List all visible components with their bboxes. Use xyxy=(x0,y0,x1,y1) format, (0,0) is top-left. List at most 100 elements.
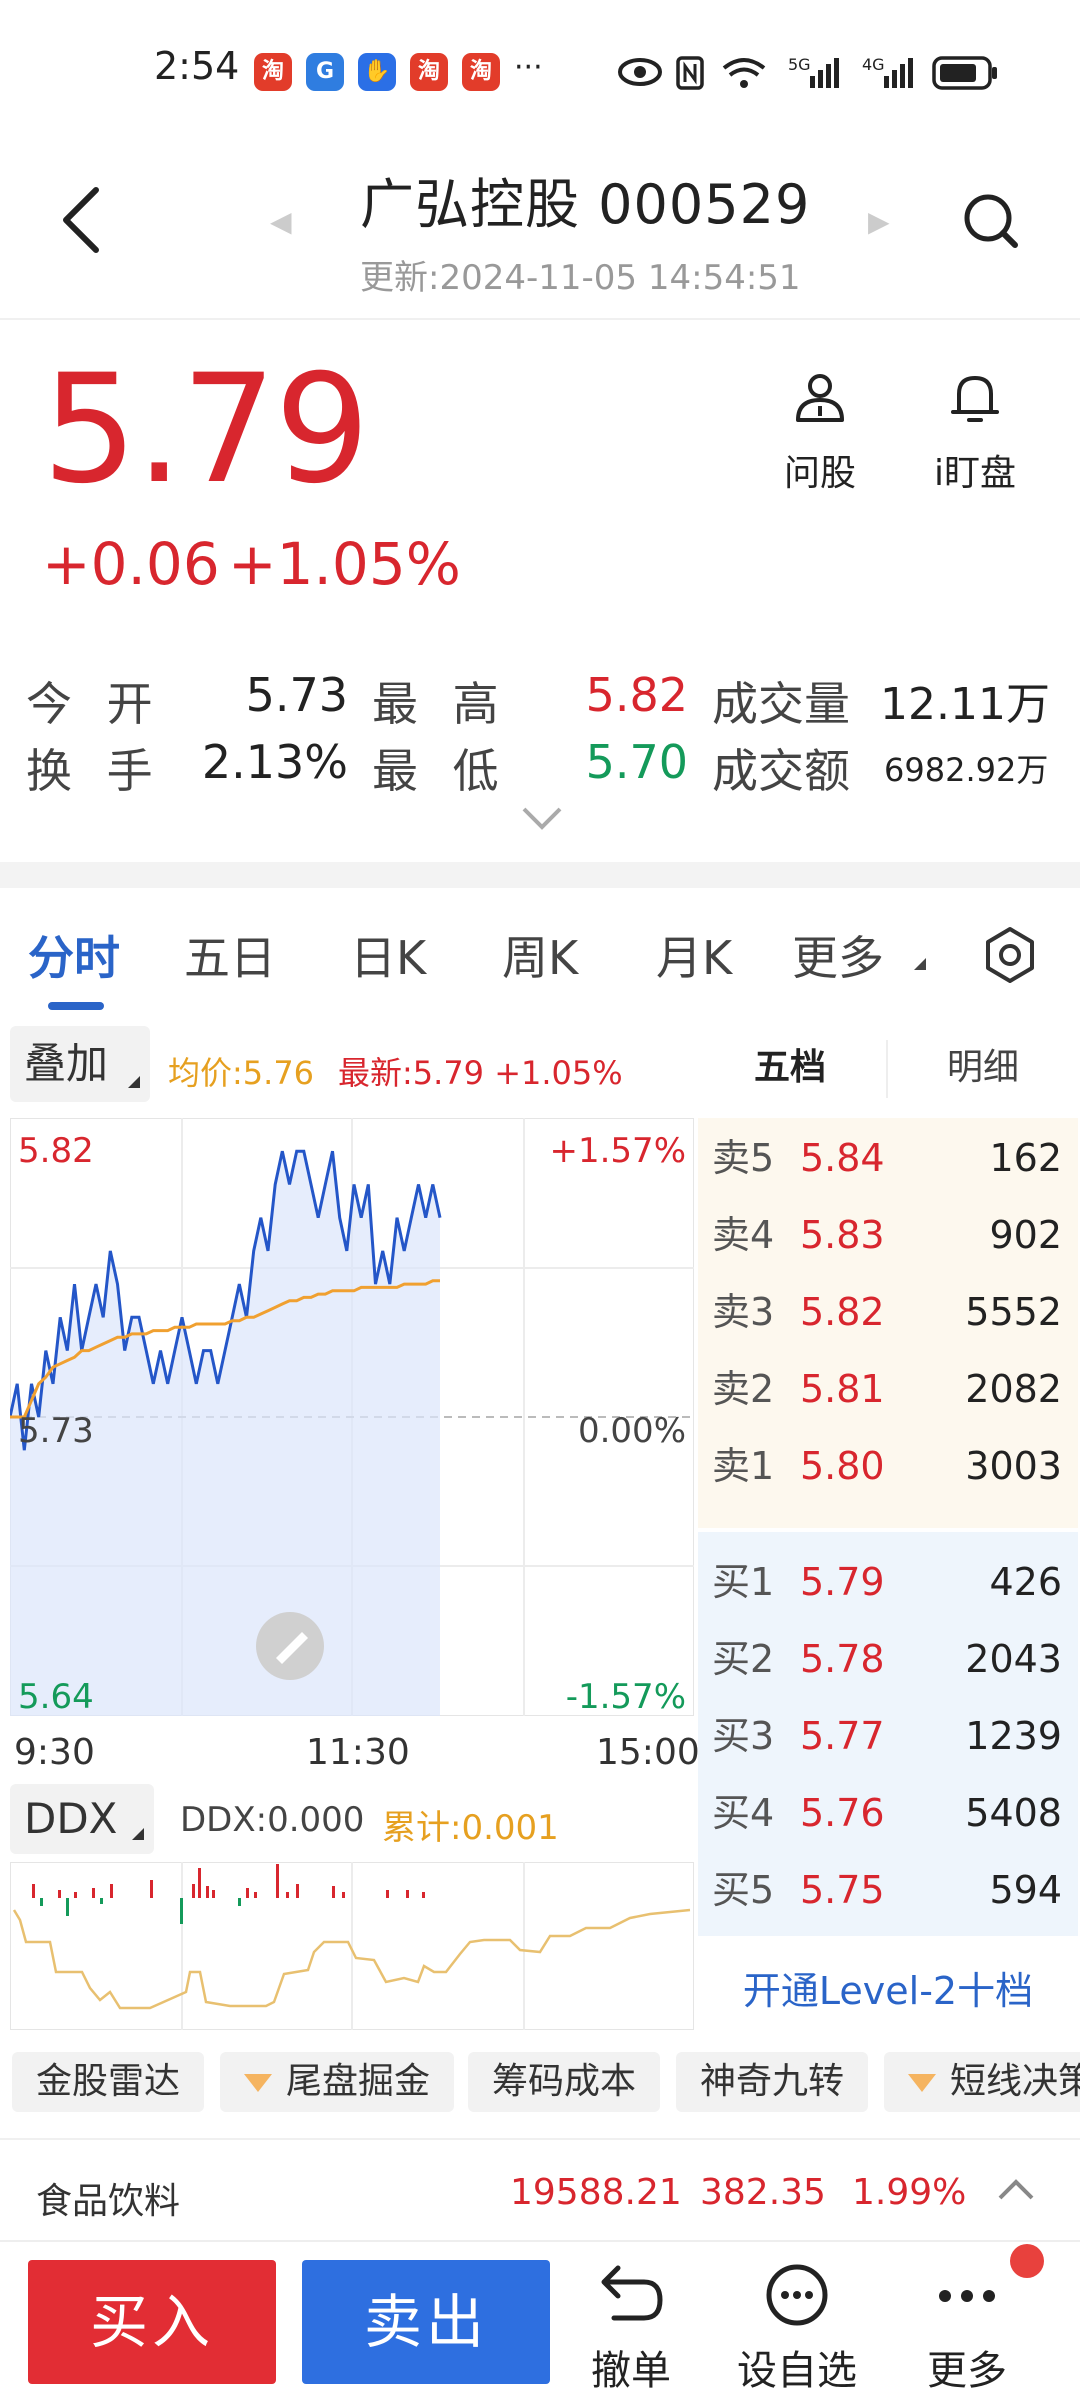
low-value: 5.70 xyxy=(585,735,688,789)
tab-trade-details[interactable]: 明细 xyxy=(888,1030,1078,1106)
ask-stock-button[interactable]: 问股 xyxy=(770,370,870,496)
ddx-cumulative: 累计:0.001 xyxy=(382,1808,559,1848)
wifi-icon xyxy=(722,58,766,88)
search-icon[interactable] xyxy=(962,192,1020,250)
ddx-bar xyxy=(238,1898,241,1906)
prev-stock-arrow[interactable]: ◀ xyxy=(270,205,292,238)
volume-label: 成交量 xyxy=(712,677,850,731)
buy-volume: 594 xyxy=(989,1868,1062,1912)
sell-row[interactable]: 卖1 5.80 3003 xyxy=(698,1428,1078,1504)
y-axis-high: 5.82 xyxy=(18,1131,94,1171)
buy-row[interactable]: 买3 5.77 1239 xyxy=(698,1698,1078,1774)
sell-row[interactable]: 卖4 5.83 902 xyxy=(698,1197,1078,1273)
ddx-value: DDX:0.000 xyxy=(180,1800,365,1840)
section-separator xyxy=(0,862,1080,888)
intraday-chart[interactable]: 5.82 5.73 5.64 +1.57% 0.00% -1.57% xyxy=(10,1118,694,1716)
sell-row[interactable]: 卖2 5.81 2082 xyxy=(698,1351,1078,1427)
battery-icon xyxy=(932,56,997,90)
buy-button[interactable]: 买入 xyxy=(28,2260,276,2384)
more-button[interactable]: 更多 xyxy=(892,2262,1042,2396)
idingpan-button[interactable]: i盯盘 xyxy=(920,370,1030,496)
turnover-label: 换 手 xyxy=(26,744,163,798)
chip-closing-mining[interactable]: 尾盘掘金 xyxy=(220,2052,455,2112)
hand-app-icon: ✋ xyxy=(358,53,396,91)
high-value: 5.82 xyxy=(585,668,688,722)
low-label: 最 低 xyxy=(372,744,509,798)
sell-row[interactable]: 卖3 5.82 5552 xyxy=(698,1274,1078,1350)
ask-stock-label: 问股 xyxy=(783,453,856,494)
buy-price: 5.75 xyxy=(800,1868,885,1912)
ddx-dropdown[interactable]: DDX xyxy=(10,1784,154,1854)
status-icons: 5G 4G xyxy=(618,55,997,90)
cancel-order-button[interactable]: 撤单 xyxy=(556,2262,706,2396)
tab-five-day[interactable]: 五日 xyxy=(184,922,276,988)
tab-more[interactable]: 更多 xyxy=(792,922,884,988)
ddx-bar xyxy=(296,1884,299,1898)
sector-divider xyxy=(0,2138,1080,2140)
chevron-up-icon[interactable] xyxy=(996,2170,1036,2210)
buy-price: 5.78 xyxy=(800,1637,885,1681)
level2-upgrade-link[interactable]: 开通Level-2十档 xyxy=(698,1960,1078,2015)
sell-volume: 162 xyxy=(989,1136,1062,1180)
add-watchlist-button[interactable]: 设自选 xyxy=(722,2262,872,2396)
tab-weekly-k[interactable]: 周K xyxy=(502,922,578,988)
ddx-bar xyxy=(246,1888,249,1898)
chip-nine-turns[interactable]: 神奇九转 xyxy=(676,2052,869,2112)
sell-button[interactable]: 卖出 xyxy=(302,2260,550,2384)
eye-icon xyxy=(618,58,662,86)
ddx-bar xyxy=(66,1898,69,1916)
overlay-dropdown[interactable]: 叠加 xyxy=(10,1026,150,1102)
chart-settings-icon[interactable] xyxy=(980,925,1040,985)
tab-order-book[interactable]: 五档 xyxy=(700,1030,880,1106)
ddx-bar xyxy=(74,1892,77,1898)
buy-price: 5.77 xyxy=(800,1714,885,1758)
buy-row[interactable]: 买5 5.75 594 xyxy=(698,1852,1078,1928)
stock-title: 广弘控股 000529 xyxy=(360,173,811,236)
ddx-chart xyxy=(10,1862,694,2030)
back-chevron-icon xyxy=(63,187,99,253)
expand-chevron-icon[interactable] xyxy=(520,805,564,831)
dropdown-corner-icon xyxy=(132,1828,144,1840)
back-button[interactable] xyxy=(58,180,118,260)
ellipsis-circle-icon xyxy=(766,2264,828,2326)
update-time: 更新:2024-11-05 14:54:51 xyxy=(360,258,801,298)
buy-order-book: 买1 5.79 426 买2 5.78 2043 买3 5.77 1239 买4 5.76 54… xyxy=(698,1532,1078,1936)
ddx-bar xyxy=(386,1890,389,1898)
taobao-app-icon: 淘 xyxy=(462,53,500,91)
ddx-bar xyxy=(212,1890,215,1898)
chip-chip-cost[interactable]: 筹码成本 xyxy=(468,2052,661,2112)
buy-volume: 426 xyxy=(989,1560,1062,1604)
ddx-bar xyxy=(332,1886,335,1898)
notification-dot xyxy=(1010,2244,1044,2278)
latest-price-label: 最新:5.79 +1.05% xyxy=(338,1054,623,1092)
sell-row[interactable]: 卖5 5.84 162 xyxy=(698,1120,1078,1196)
buy-level-label: 买3 xyxy=(712,1714,775,1758)
sell-price: 5.83 xyxy=(800,1213,885,1257)
sector-change: 382.35 xyxy=(700,2172,826,2213)
header-divider xyxy=(0,318,1080,320)
ddx-bar xyxy=(110,1884,113,1898)
sector-name[interactable]: 食品饮料 xyxy=(36,2172,180,2224)
open-value: 5.73 xyxy=(245,668,348,722)
sell-level-label: 卖5 xyxy=(712,1136,775,1180)
ddx-bar xyxy=(40,1898,43,1906)
buy-row[interactable]: 买1 5.79 426 xyxy=(698,1544,1078,1620)
next-stock-arrow[interactable]: ▶ xyxy=(868,205,890,238)
buy-price: 5.79 xyxy=(800,1560,885,1604)
tab-monthly-k[interactable]: 月K xyxy=(656,922,732,988)
idingpan-label: i盯盘 xyxy=(933,453,1016,494)
turnover-value: 2.13% xyxy=(201,735,348,789)
add-watchlist-label: 设自选 xyxy=(737,2348,857,2394)
chip-short-decision[interactable]: 短线决策 xyxy=(884,2052,1080,2112)
tab-more-triangle-icon xyxy=(914,958,926,970)
buy-row[interactable]: 买4 5.76 5408 xyxy=(698,1775,1078,1851)
tab-intraday[interactable]: 分时 xyxy=(28,922,120,988)
sell-volume: 902 xyxy=(989,1213,1062,1257)
chip-golden-radar[interactable]: 金股雷达 xyxy=(12,2052,205,2112)
buy-row[interactable]: 买2 5.78 2043 xyxy=(698,1621,1078,1697)
buy-price: 5.76 xyxy=(800,1791,885,1835)
tab-daily-k[interactable]: 日K xyxy=(350,922,426,988)
sell-price: 5.80 xyxy=(800,1444,885,1488)
sell-price: 5.81 xyxy=(800,1367,885,1411)
sell-order-book: 卖5 5.84 162 卖4 5.83 902 卖3 5.82 5552 卖2 5.81 208… xyxy=(698,1118,1078,1528)
